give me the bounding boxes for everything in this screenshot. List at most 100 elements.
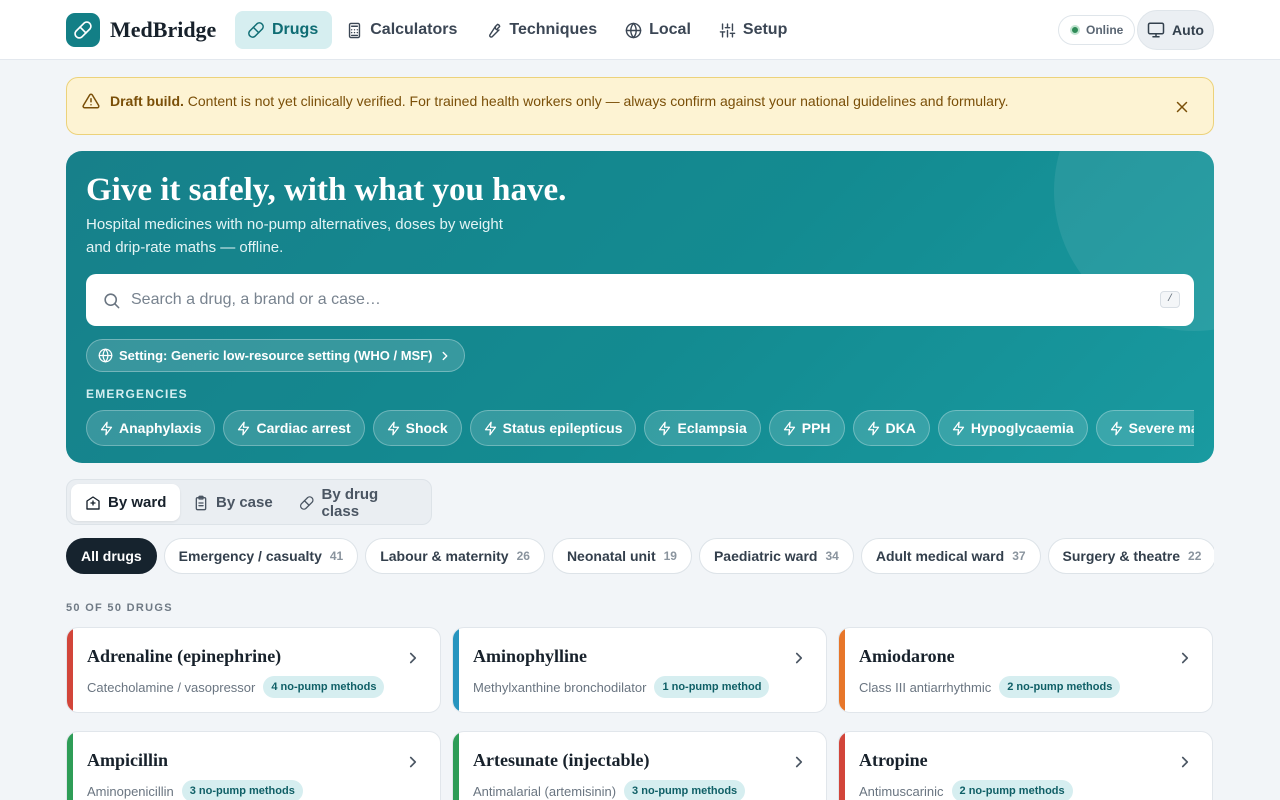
drug-class: Class III antiarrhythmic xyxy=(859,679,992,695)
hero-subtitle: Hospital medicines with no-pump alternat… xyxy=(86,216,503,256)
drug-name: Atropine xyxy=(859,750,928,770)
drug-name: Adrenaline (epinephrine) xyxy=(87,646,282,666)
chevron-right-icon xyxy=(795,756,803,768)
drug-meta: Catecholamine / vasopressor 4 no-pump met… xyxy=(87,676,385,698)
ward-filter-label: Labour & maternity xyxy=(380,548,509,564)
globe-icon xyxy=(625,22,642,38)
ward-filter-chip[interactable]: Labour & maternity 26 xyxy=(365,538,545,574)
drug-card[interactable]: Atropine Antimuscarinic 2 no-pump methods xyxy=(838,731,1213,800)
drug-meta: Aminopenicillin 3 no-pump methods xyxy=(87,780,303,800)
nav-techniques-label: Techniques xyxy=(509,21,598,38)
ward-filter-label: Paediatric ward xyxy=(713,548,818,564)
emergency-chip[interactable]: Status epilepticus xyxy=(469,410,637,446)
emergency-chip[interactable]: Cardiac arrest xyxy=(223,410,365,446)
drug-meta: Antimalarial (artemisinin) 3 no-pump meth… xyxy=(473,780,746,800)
app-logo[interactable] xyxy=(66,13,100,47)
nav-drugs[interactable]: Drugs xyxy=(235,11,333,49)
no-pump-badge: 4 no-pump methods xyxy=(263,676,385,698)
drug-card[interactable]: Artesunate (injectable) Antimalarial (art… xyxy=(452,731,827,800)
banner-body: Content is not yet clinically verified. … xyxy=(183,93,1009,109)
emergency-chip[interactable]: Shock xyxy=(372,410,462,446)
top-bar: MedBridge Drugs Calculators Techniques L… xyxy=(0,0,1280,60)
banner-strong: Draft build. xyxy=(110,93,184,109)
lightning-icon xyxy=(238,421,250,435)
lightning-icon xyxy=(484,421,496,435)
emergency-chip-label: Shock xyxy=(405,420,448,436)
nav-drugs-label: Drugs xyxy=(272,21,319,38)
pill-icon xyxy=(248,22,264,38)
emergency-chip-label: Eclampsia xyxy=(677,420,747,436)
ward-filter-row: All drugs Emergency / casualty 41 Labour & … xyxy=(66,538,1214,574)
emergency-chip[interactable]: Anaphylaxis xyxy=(86,410,216,446)
drug-class: Antimuscarinic xyxy=(859,783,944,799)
nav-local-label: Local xyxy=(649,21,691,38)
ward-filter-chip[interactable]: Adult medical ward 37 xyxy=(860,538,1041,574)
no-pump-badge: 3 no-pump methods xyxy=(181,780,303,800)
drug-class: Methylxanthine bronchodilator xyxy=(473,679,647,695)
tab-by-ward[interactable]: By ward xyxy=(71,484,181,521)
drug-meta: Class III antiarrhythmic 2 no-pump method… xyxy=(859,676,1121,698)
nav-setup[interactable]: Setup xyxy=(707,11,801,49)
ward-filter-chip[interactable]: Neonatal unit 19 xyxy=(551,538,692,574)
nav-setup-label: Setup xyxy=(742,21,788,38)
drug-card[interactable]: Aminophylline Methylxanthine bronchodilat… xyxy=(452,627,827,713)
ward-filter-chip[interactable]: Surgery & theatre 22 xyxy=(1047,538,1214,574)
sliders-icon xyxy=(719,22,736,38)
monitor-icon xyxy=(1147,22,1165,38)
drug-class: Catecholamine / vasopressor xyxy=(87,679,256,695)
lightning-icon xyxy=(1110,421,1122,435)
view-mode-tabs: By ward By case By drug class xyxy=(66,479,432,525)
emergency-chip[interactable]: Eclampsia xyxy=(644,410,761,446)
tab-by-case[interactable]: By case xyxy=(179,484,287,521)
chevron-right-icon xyxy=(1181,652,1189,664)
nav-techniques[interactable]: Techniques xyxy=(473,11,611,49)
tab-by-case-label: By case xyxy=(216,494,273,511)
emergency-chip[interactable]: PPH xyxy=(768,410,845,446)
ward-filter-chip[interactable]: Paediatric ward 34 xyxy=(698,538,854,574)
lightning-icon xyxy=(100,421,113,435)
emergency-chip-label: Hypoglycaemia xyxy=(970,420,1074,436)
ward-filter-count: 37 xyxy=(1012,549,1026,563)
chevron-right-icon xyxy=(409,652,417,664)
ward-filter-count: 26 xyxy=(516,549,530,563)
online-status-label: Online xyxy=(1086,23,1124,37)
ward-filter-count: 19 xyxy=(663,549,677,563)
chevron-right-icon xyxy=(409,756,417,768)
lightning-icon xyxy=(867,421,879,435)
ward-filter-chip[interactable]: Emergency / casualty 41 xyxy=(163,538,359,574)
lightning-icon xyxy=(783,421,795,435)
drug-category-stripe xyxy=(453,628,459,712)
setting-selector-button[interactable]: Setting: Generic low-resource setting (W… xyxy=(86,339,466,372)
nav-calculators[interactable]: Calculators xyxy=(334,11,471,49)
wrench-icon xyxy=(489,23,501,38)
search-input[interactable] xyxy=(131,274,1131,326)
setting-label: Setting: Generic low-resource setting (W… xyxy=(119,348,433,363)
status-dot-icon xyxy=(1070,25,1080,35)
chevron-right-icon xyxy=(795,652,803,664)
ward-filter-label: All drugs xyxy=(81,548,142,564)
nav-local[interactable]: Local xyxy=(613,11,705,49)
drug-meta: Methylxanthine bronchodilator 1 no-pump m… xyxy=(473,676,770,698)
drug-category-stripe xyxy=(67,628,73,712)
theme-auto-button[interactable]: Auto xyxy=(1137,10,1214,50)
tab-by-drug-class[interactable]: By drug class xyxy=(285,484,431,521)
drug-category-stripe xyxy=(453,732,459,800)
emergency-chip[interactable]: Hypoglycaemia xyxy=(937,410,1088,446)
emergency-chip-label: Status epilepticus xyxy=(502,420,623,436)
drug-category-stripe xyxy=(839,732,845,800)
emergency-chip[interactable]: DKA xyxy=(852,410,930,446)
emergencies-heading: EMERGENCIES xyxy=(86,387,188,401)
search-shortcut-key: / xyxy=(1160,291,1181,308)
hospital-icon xyxy=(86,495,100,510)
no-pump-badge: 2 no-pump methods xyxy=(951,780,1073,800)
close-icon[interactable] xyxy=(1173,98,1191,116)
drug-card[interactable]: Ampicillin Aminopenicillin 3 no-pump metho… xyxy=(66,731,441,800)
drug-card[interactable]: Amiodarone Class III antiarrhythmic 2 no-p… xyxy=(838,627,1213,713)
drug-card[interactable]: Adrenaline (epinephrine) Catecholamine / … xyxy=(66,627,441,713)
draft-warning-banner: Draft build. Content is not yet clinical… xyxy=(66,77,1214,135)
emergency-chip[interactable]: Severe malaria xyxy=(1095,410,1194,446)
drug-name: Aminophylline xyxy=(473,646,588,666)
no-pump-badge: 1 no-pump method xyxy=(654,676,770,698)
ward-filter-count: 34 xyxy=(825,549,839,563)
ward-filter-chip[interactable]: All drugs xyxy=(66,538,157,574)
